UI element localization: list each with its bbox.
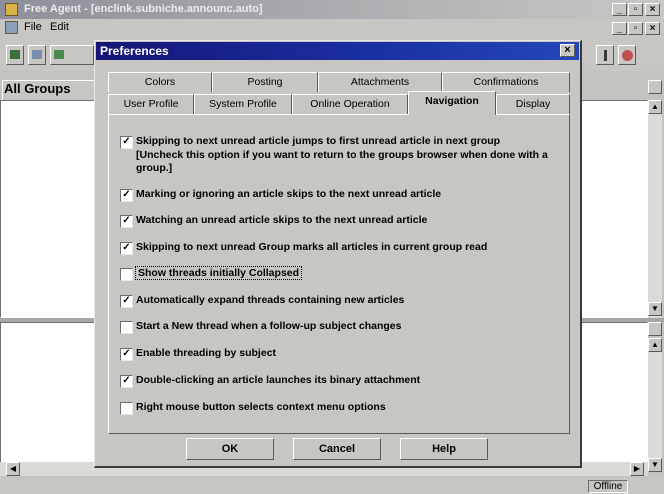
checkbox[interactable]: ✓ [120, 375, 133, 388]
groups-pane-title: All Groups [4, 81, 71, 96]
tab-user-profile[interactable]: User Profile [108, 94, 194, 114]
scroll-right-icon[interactable]: ▶ [630, 462, 644, 476]
option-label: Skipping to next unread article jumps to… [136, 135, 501, 147]
groups-list[interactable] [0, 100, 96, 318]
toolbar-online-icon[interactable] [596, 45, 614, 65]
tab-online-operation[interactable]: Online Operation [292, 94, 408, 114]
tab-system-profile[interactable]: System Profile [194, 94, 292, 114]
checkbox[interactable] [120, 321, 133, 334]
option-label: Marking or ignoring an article skips to … [136, 188, 442, 200]
toolbar-article-icon[interactable] [28, 45, 46, 65]
article-body[interactable] [572, 322, 648, 472]
tab-posting[interactable]: Posting [212, 72, 318, 92]
option-label: Right mouse button selects context menu … [136, 401, 386, 413]
mdi-close-icon[interactable]: × [645, 22, 660, 35]
pane-maximize-icon[interactable] [648, 322, 662, 336]
status-bar [0, 478, 664, 494]
menu-file[interactable]: File [24, 21, 42, 33]
cancel-button[interactable]: Cancel [293, 438, 381, 460]
document-icon[interactable] [5, 21, 18, 34]
toolbar-stop-icon[interactable] [618, 45, 636, 65]
checkbox[interactable]: ✓ [120, 215, 133, 228]
toolbar-download-icon[interactable] [50, 45, 94, 65]
option-label: Watching an unread article skips to the … [136, 214, 428, 226]
option-label: Show threads initially Collapsed [134, 266, 303, 280]
tab-navigation[interactable]: Navigation [408, 91, 496, 115]
scroll-left-icon[interactable]: ◀ [6, 462, 20, 476]
article-list[interactable] [572, 100, 648, 318]
option-label: Skipping to next unread Group marks all … [136, 241, 488, 253]
tab-attachments[interactable]: Attachments [318, 72, 442, 92]
option-note: [Uncheck this option if you want to retu… [136, 149, 548, 174]
option-label: Enable threading by subject [136, 347, 277, 359]
tab-display[interactable]: Display [496, 94, 570, 114]
dialog-close-icon[interactable]: × [560, 44, 575, 57]
scroll-down-icon[interactable]: ▼ [648, 302, 662, 316]
checkbox[interactable]: ✓ [120, 242, 133, 255]
lower-list[interactable] [0, 322, 96, 472]
checkbox[interactable]: ✓ [120, 189, 133, 202]
status-offline: Offline [588, 480, 628, 493]
menu-bar [0, 19, 664, 37]
dialog-title: Preferences [100, 44, 169, 58]
scroll-up-icon[interactable]: ▲ [648, 100, 662, 114]
pane-maximize-icon[interactable] [648, 80, 662, 94]
help-button[interactable]: Help [400, 438, 488, 460]
close-icon[interactable]: × [645, 3, 660, 16]
upper-scrollbar[interactable] [648, 100, 662, 318]
scroll-down-icon[interactable]: ▼ [648, 458, 662, 472]
checkbox[interactable] [120, 402, 133, 415]
app-icon[interactable] [5, 3, 18, 16]
lower-scrollbar[interactable] [648, 338, 662, 472]
checkbox[interactable]: ✓ [120, 348, 133, 361]
tab-colors[interactable]: Colors [108, 72, 212, 92]
option-label: Start a New thread when a follow-up subj… [136, 320, 402, 332]
option-label: Automatically expand threads containing … [136, 294, 405, 306]
restore-icon[interactable]: ▫ [628, 3, 643, 16]
tab-confirmations[interactable]: Confirmations [442, 72, 570, 92]
checkbox[interactable]: ✓ [120, 136, 133, 149]
checkbox[interactable] [120, 268, 133, 281]
checkbox[interactable]: ✓ [120, 295, 133, 308]
mdi-minimize-icon[interactable]: _ [612, 22, 627, 35]
minimize-icon[interactable]: _ [612, 3, 627, 16]
menu-edit[interactable]: Edit [50, 21, 69, 33]
mdi-restore-icon[interactable]: ▫ [628, 22, 643, 35]
option-label: Double-clicking an article launches its … [136, 374, 421, 386]
toolbar-connect-icon[interactable] [6, 45, 24, 65]
scroll-up-icon[interactable]: ▲ [648, 338, 662, 352]
ok-button[interactable]: OK [186, 438, 274, 460]
app-title: Free Agent - [enclink.subniche.announc.a… [24, 3, 263, 15]
